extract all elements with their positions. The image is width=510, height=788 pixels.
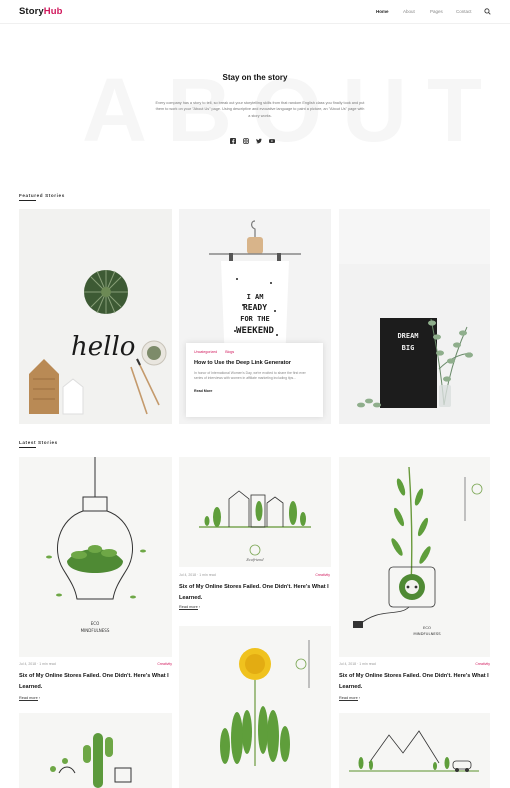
post-1-image[interactable]: ECO MINDFULNESS (19, 457, 172, 657)
post-3-title[interactable]: Six of My Online Stores Failed. One Didn… (339, 671, 489, 693)
site-header: StoryHub Home About Pages Contact (0, 0, 510, 24)
lightbulb-plant-image: ECO MINDFULNESS (19, 457, 172, 657)
cactus-doodle-image (19, 713, 172, 788)
overlay-title[interactable]: How to Use the Deep Link Generator (194, 360, 315, 366)
featured-card-cactus[interactable]: hello (19, 209, 172, 424)
post-3-image[interactable]: ECO MINDFULNESS (339, 457, 490, 657)
nav-contact[interactable]: Contact (456, 9, 472, 14)
overlay-read-more[interactable]: Read More (194, 389, 315, 393)
yellow-flower-image (179, 626, 331, 788)
post-5-image[interactable] (179, 626, 331, 788)
board-line-1: DREAM (397, 332, 418, 340)
featured-heading: Featured Stories (19, 193, 65, 198)
shirt-line-4: WEEKEND (236, 326, 275, 336)
post-2-read-more[interactable]: Read more › (179, 605, 200, 610)
featured-card-dream[interactable]: DREAM BIG (339, 209, 490, 424)
search-icon[interactable] (484, 8, 491, 15)
hero-title: Stay on the story (222, 73, 288, 82)
post-3-read-more[interactable]: Read more › (339, 696, 360, 701)
post-1-read-more[interactable]: Read more › (19, 696, 40, 701)
overlay-tags: Uncategorized Blogs (194, 350, 315, 354)
board-line-2: BIG (402, 344, 415, 352)
site-logo[interactable]: StoryHub (19, 6, 63, 17)
post-2-art-text: Ecofriend (245, 558, 264, 562)
post-2-title[interactable]: Six of My Online Stores Failed. One Didn… (179, 582, 329, 604)
post-3-art-line-2: MINDFULNESS (413, 631, 441, 636)
post-2-image[interactable]: Ecofriend (179, 457, 331, 567)
post-1-title[interactable]: Six of My Online Stores Failed. One Didn… (19, 671, 169, 693)
shirt-line-3: FOR THE (240, 315, 270, 323)
overlay-excerpt: In honor of International Women's Day, w… (194, 371, 306, 381)
instagram-icon[interactable] (243, 138, 249, 144)
about-hero: ABOUT Stay on the story Every company ha… (0, 25, 510, 190)
post-3-art-line-1: ECO (423, 625, 431, 630)
post-1-category[interactable]: Creativity (142, 662, 172, 666)
post-1-art-line-2: MINDFULNESS (81, 628, 110, 633)
social-links (230, 138, 275, 144)
tag-blogs[interactable]: Blogs (225, 350, 234, 354)
cactus-hello-image: hello (19, 209, 172, 424)
tag-uncategorized[interactable]: Uncategorized (194, 350, 217, 354)
twitter-icon[interactable] (256, 138, 262, 144)
mountain-car-image (339, 713, 490, 788)
facebook-icon[interactable] (230, 138, 236, 144)
eco-plug-image: ECO MINDFULNESS (339, 457, 490, 657)
dream-big-image: DREAM BIG (339, 209, 490, 424)
post-6-image[interactable] (339, 713, 490, 788)
hero-text: Every company has a story to tell, so br… (155, 101, 365, 118)
youtube-icon[interactable] (269, 138, 275, 144)
latest-heading: Latest Stories (19, 440, 58, 445)
nav-home[interactable]: Home (376, 9, 389, 14)
latest-heading-underline (19, 447, 36, 448)
post-3-meta: Jul 4, 2018 · 1 min read (339, 662, 376, 666)
featured-heading-underline (19, 200, 36, 201)
nav-pages[interactable]: Pages (430, 9, 443, 14)
shirt-line-1: I AM (247, 293, 264, 301)
post-4-image[interactable] (19, 713, 172, 788)
post-2-category[interactable]: Creativity (300, 573, 330, 577)
ecofriend-houses-image: Ecofriend (179, 457, 331, 567)
hello-script: hello (71, 332, 135, 362)
post-1-art-line-1: ECO (91, 621, 99, 626)
post-2-meta: Jul 4, 2018 · 1 min read (179, 573, 216, 577)
post-1-meta: Jul 4, 2018 · 1 min read (19, 662, 56, 666)
nav-about[interactable]: About (403, 9, 415, 14)
featured-overlay-card[interactable]: Uncategorized Blogs How to Use the Deep … (186, 343, 323, 417)
post-3-category[interactable]: Creativity (460, 662, 490, 666)
shirt-line-2: READY (243, 303, 267, 312)
